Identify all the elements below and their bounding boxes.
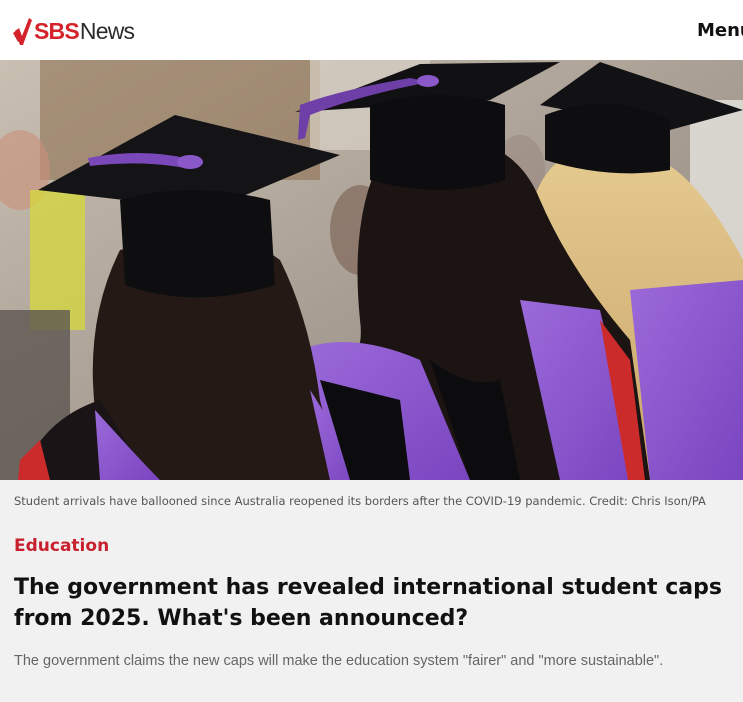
graduates-illustration (0, 60, 743, 480)
hero-image (0, 60, 743, 480)
logo-suffix: News (79, 17, 135, 44)
logo-brand: SBS (34, 17, 80, 44)
sbs-tick-icon (13, 18, 32, 45)
image-caption: Student arrivals have ballooned since Au… (14, 494, 706, 508)
article-standfirst: The government claims the new caps will … (14, 653, 664, 669)
sbs-news-logo[interactable]: SBSNews (13, 14, 135, 48)
article-headline[interactable]: The government has revealed internationa… (14, 572, 734, 634)
menu-button[interactable]: Menu (697, 20, 743, 41)
logo-wordmark: SBSNews (34, 17, 135, 44)
site-header: SBSNews Menu (0, 0, 743, 60)
article-category-link[interactable]: Education (14, 536, 109, 556)
